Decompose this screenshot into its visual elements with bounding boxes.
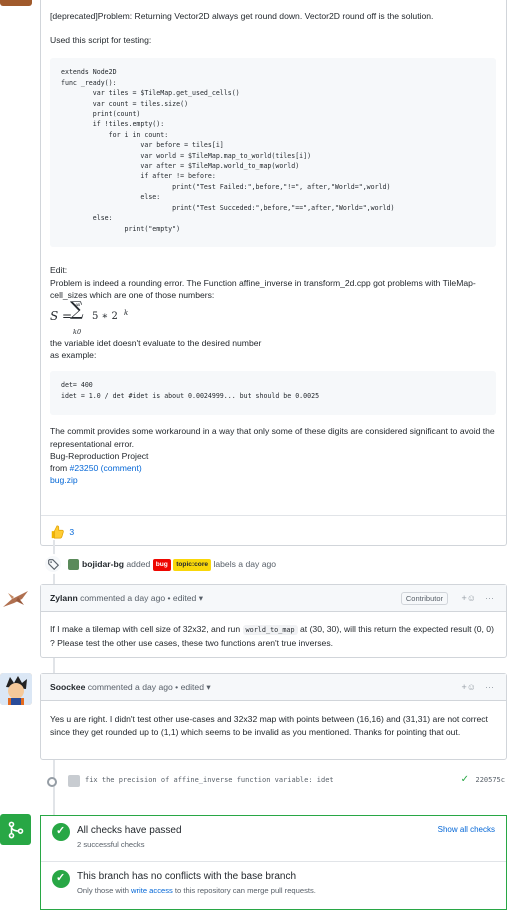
issue-script-intro: Used this script for testing: xyxy=(50,35,152,46)
add-reaction-icon[interactable]: +☺ xyxy=(462,674,476,700)
example-label: as example: xyxy=(50,350,97,361)
comment-text-before: If I make a tilemap with cell size of 32… xyxy=(50,624,241,634)
inline-code: world_to_map xyxy=(242,625,298,635)
commit-text: The commit provides some workaround in a… xyxy=(50,426,495,449)
commit-event: fix the precision of affine_inverse func… xyxy=(40,771,507,791)
bug-zip-link[interactable]: bug.zip xyxy=(50,475,78,485)
formula-sigma: ∑ xyxy=(70,298,84,321)
reaction-count: 3 xyxy=(69,526,75,537)
reaction-thumbs-up[interactable]: 3 xyxy=(50,524,75,539)
check-icon[interactable]: ✓ xyxy=(461,774,469,785)
conflicts-subtitle: Only those with write access to this rep… xyxy=(77,886,316,895)
comment-author[interactable]: Zylann xyxy=(50,593,78,603)
write-access-link[interactable]: write access xyxy=(131,886,173,895)
comment-body: If I make a tilemap with cell size of 32… xyxy=(41,612,506,659)
comment-meta[interactable]: commented a day ago • edited ▾ xyxy=(88,682,211,692)
labels-suffix: labels a day ago xyxy=(213,559,277,569)
issue-body-comment: [deprecated]Problem: Returning Vector2D … xyxy=(40,0,507,546)
check-circle-icon: ✓ xyxy=(52,870,70,888)
comment-body: Yes u are right. I didn't test other use… xyxy=(50,714,488,737)
code-block-example: det= 400 idet = 1.0 / det #idet is about… xyxy=(50,371,496,416)
checks-section: ✓ All checks have passed 2 successful ch… xyxy=(41,816,506,862)
avatar[interactable] xyxy=(0,0,32,6)
comment-zylann: Zylann commented a day ago • edited ▾ Co… xyxy=(40,584,507,658)
conflicts-sub-prefix: Only those with xyxy=(77,886,132,895)
conflicts-section: ✓ This branch has no conflicts with the … xyxy=(41,862,506,910)
commit-message-link[interactable]: fix the precision of affine_inverse func… xyxy=(85,776,334,784)
comment-meta[interactable]: commented a day ago • edited ▾ xyxy=(80,593,203,603)
label-bug[interactable]: bug xyxy=(152,559,171,571)
edit-label: Edit: xyxy=(50,265,68,276)
from-line: from #23250 (comment) xyxy=(50,462,496,474)
dragon-avatar-icon xyxy=(3,591,28,607)
formula-term: 5 ∗ 2 xyxy=(92,311,118,323)
merge-icon-badge xyxy=(0,814,31,845)
tag-icon-circle xyxy=(43,554,63,574)
checks-subtitle: 2 successful checks xyxy=(77,840,145,849)
avatar[interactable] xyxy=(0,673,32,705)
zip-line: bug.zip xyxy=(50,474,496,486)
checks-title: All checks have passed xyxy=(77,825,182,836)
avatar[interactable] xyxy=(68,775,80,787)
conflicts-sub-suffix: to this repository can merge pull reques… xyxy=(172,886,316,895)
check-circle-icon: ✓ xyxy=(52,823,70,841)
math-formula: S = ∞ ∑ k0 5 ∗ 2 k xyxy=(50,298,496,337)
comment-link[interactable]: #23250 (comment) xyxy=(70,463,142,473)
contributor-badge: Contributor xyxy=(400,592,448,605)
edit-text: Problem is indeed a rounding error. The … xyxy=(50,277,476,300)
commit-sha-link[interactable]: 220575c xyxy=(475,776,505,784)
formula-exponent: k xyxy=(124,309,129,318)
tag-icon xyxy=(47,558,59,570)
thumbs-up-icon xyxy=(51,525,64,539)
label-topic-core[interactable]: topic:core xyxy=(173,559,212,571)
comment-author[interactable]: Soockee xyxy=(50,682,85,692)
issue-problem-text: [deprecated]Problem: Returning Vector2D … xyxy=(50,11,434,21)
conflicts-title: This branch has no conflicts with the ba… xyxy=(77,871,297,882)
reactions-bar: 3 xyxy=(41,515,506,545)
action-text: added xyxy=(126,559,151,569)
idet-text: the variable idet doesn't evaluate to th… xyxy=(50,338,262,349)
avatar[interactable] xyxy=(68,559,79,570)
commit-icon xyxy=(47,777,57,787)
merge-status-box: ✓ All checks have passed 2 successful ch… xyxy=(40,815,507,910)
code-block-script: extends Node2D func _ready(): var tiles … xyxy=(50,58,496,248)
formula-bottom: k0 xyxy=(73,328,82,337)
bug-project-text: Bug-Reproduction Project xyxy=(50,450,149,461)
user-link[interactable]: bojidar-bg xyxy=(82,559,124,569)
comment-soockee: Soockee commented a day ago • edited ▾ +… xyxy=(40,673,507,760)
avatar[interactable] xyxy=(0,585,32,617)
show-all-checks-link[interactable]: Show all checks xyxy=(438,825,495,834)
label-event: bojidar-bg added bug topic:core labels a… xyxy=(40,554,507,574)
formula-s: S = xyxy=(50,309,73,324)
more-options-icon[interactable]: ··· xyxy=(485,585,494,611)
comment-header: Soockee commented a day ago • edited ▾ +… xyxy=(41,674,506,701)
comment-header: Zylann commented a day ago • edited ▾ Co… xyxy=(41,585,506,612)
character-avatar-icon xyxy=(0,673,32,705)
from-prefix: from xyxy=(50,463,70,474)
add-reaction-icon[interactable]: +☺ xyxy=(462,585,476,611)
more-options-icon[interactable]: ··· xyxy=(485,674,494,700)
git-merge-icon xyxy=(8,821,24,839)
